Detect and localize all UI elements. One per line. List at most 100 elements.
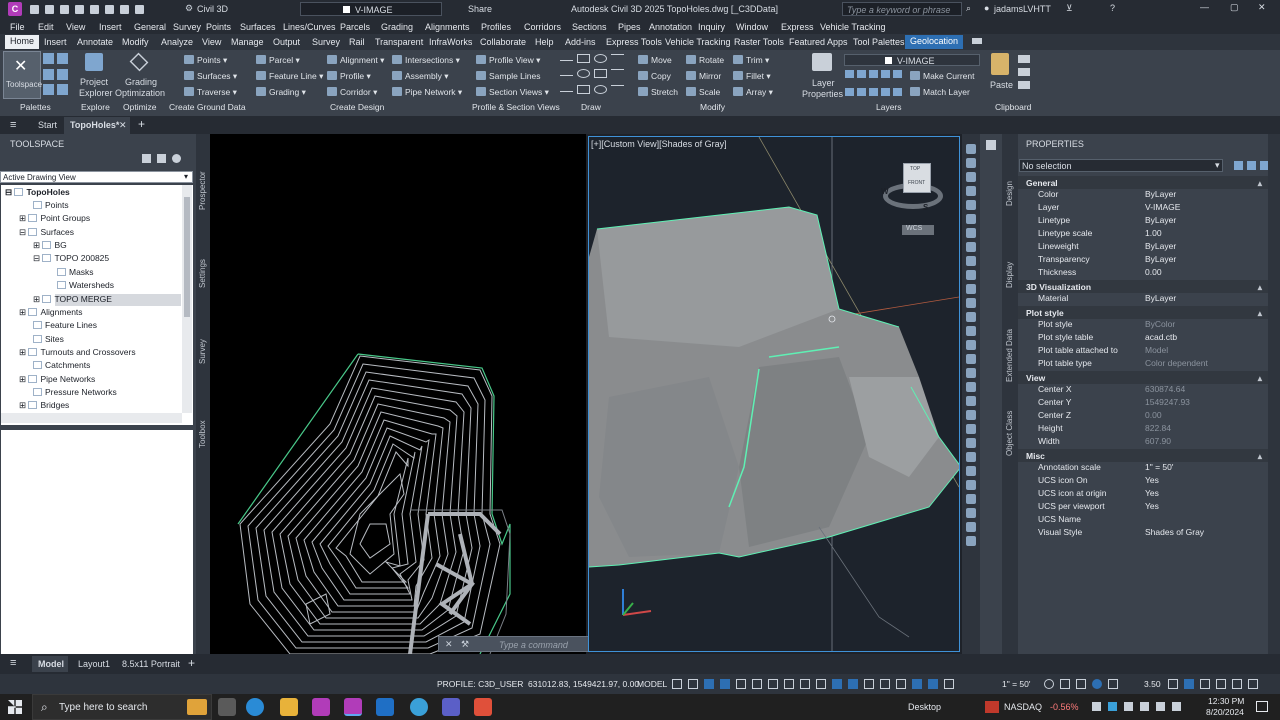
nav-tool-icon[interactable] [966,312,976,322]
nav-tool-icon[interactable] [966,368,976,378]
tab-vehicle-tracking[interactable]: Vehicle Tracking [665,37,731,47]
file-explorer-icon[interactable] [280,698,298,716]
property-row[interactable]: Linetype ByLayer [1018,215,1268,228]
tree-scrollbar-thumb[interactable] [184,197,190,317]
close-icon[interactable]: ✕ [1258,2,1266,13]
panel-layers[interactable]: Layers [876,102,902,112]
project-explorer-button[interactable]: Project Explorer [76,53,113,99]
property-value[interactable]: Yes [1145,501,1159,511]
tab-geolocation[interactable]: Geolocation [905,35,964,49]
property-section-header[interactable]: Misc ▴ [1018,449,1268,462]
menu-item[interactable]: Grading [381,22,413,32]
tree-item-alignments[interactable]: ⊞ Alignments [19,307,83,318]
nav-tool-icon[interactable] [966,522,976,532]
nav-tool-icon[interactable] [966,284,976,294]
property-row[interactable]: Height 822.84 [1018,423,1268,436]
copy-button[interactable]: Copy [638,71,671,81]
vtab-design[interactable]: Design [1005,181,1014,206]
scale-button[interactable]: Scale [686,87,720,97]
properties-menu-icon[interactable] [986,140,996,150]
plan-viewport[interactable]: ✕ ⚒ Type a command [210,134,736,655]
points-menu[interactable]: Points ▾ [184,55,227,66]
maximize-icon[interactable]: ▢ [1230,2,1239,13]
vtab-extended-data[interactable]: Extended Data [1005,329,1014,382]
menu-item[interactable]: Edit [38,22,54,32]
nav-tool-icon[interactable] [966,494,976,504]
nav-tool-icon[interactable] [966,340,976,350]
tab-manage[interactable]: Manage [231,37,264,47]
layout-tab-model[interactable]: Model [32,656,68,672]
selection-dropdown[interactable]: No selection ▾ [1019,159,1223,172]
wrench-icon[interactable]: ⚒ [461,639,469,650]
rotate-button[interactable]: Rotate [686,55,724,65]
grading-menu[interactable]: Grading ▾ [256,87,306,98]
nav-tool-icon[interactable] [966,228,976,238]
menu-item[interactable]: Alignments [425,22,470,32]
property-row[interactable]: UCS icon On Yes [1018,475,1268,488]
move-button[interactable]: Move [638,55,672,65]
tree-item-turnouts[interactable]: ⊞ Turnouts and Crossovers [19,347,136,358]
tree-hscrollbar[interactable] [1,413,182,423]
intersections-menu[interactable]: Intersections ▾ [392,55,460,66]
tree-item-points[interactable]: Points [33,200,69,210]
alignment-menu[interactable]: Alignment ▾ [327,55,384,66]
coordinates-readout[interactable]: 631012.83, 1549421.97, 0.00 [528,679,639,689]
tree-item-feature-lines[interactable]: Feature Lines [33,320,97,330]
panel-palettes[interactable]: Palettes [20,102,51,112]
nav-tool-icon[interactable] [966,382,976,392]
property-row[interactable]: UCS icon at origin Yes [1018,488,1268,501]
property-value[interactable]: ByLayer [1145,293,1176,303]
nav-tool-icon[interactable] [966,144,976,154]
stretch-button[interactable]: Stretch [638,87,678,97]
property-section-header[interactable]: View ▴ [1018,371,1268,384]
property-row[interactable]: Center Z 0.00 [1018,410,1268,423]
quick-access-toolbar[interactable] [30,5,180,14]
tree-item-topo-200825[interactable]: ⊟ TOPO 200825 [33,253,109,264]
user-menu[interactable]: jadamsLVHTT [994,4,1051,14]
property-row[interactable]: Color ByLayer [1018,189,1268,202]
file-tab-start[interactable]: Start [38,120,57,130]
menu-item[interactable]: Vehicle Tracking [820,22,886,32]
property-value[interactable]: ByLayer [1145,215,1176,225]
assembly-menu[interactable]: Assembly ▾ [392,71,448,82]
property-value[interactable]: 0.00 [1145,267,1162,277]
view-select[interactable]: Active Drawing View ▾ [0,171,193,183]
property-value[interactable]: Shades of Gray [1145,527,1204,537]
clipboard-tools[interactable] [1018,55,1030,95]
property-value[interactable]: acad.ctb [1145,332,1177,342]
tree-item-bg[interactable]: ⊞ BG [33,240,67,251]
menu-item[interactable]: View [66,22,85,32]
civil3d-active-icon[interactable] [344,698,362,716]
tree-item-watersheds[interactable]: Watersheds [57,280,114,290]
nav-tool-icon[interactable] [966,466,976,476]
menu-item[interactable]: Points [206,22,231,32]
collapse-icon[interactable]: ▴ [1258,451,1262,462]
viewcube-box[interactable]: TOP FRONT [903,163,931,193]
taskview-icon[interactable] [218,698,236,716]
tree-item-pressure-networks[interactable]: Pressure Networks [33,387,117,397]
property-row[interactable]: UCS per viewport Yes [1018,501,1268,514]
viewcube-front[interactable]: FRONT [908,180,925,186]
status-tools[interactable] [1044,679,1144,689]
property-row[interactable]: Linetype scale 1.00 [1018,228,1268,241]
compass-s[interactable]: S [923,203,928,212]
grading-optimization-button[interactable]: Grading Optimization [115,52,165,99]
section-views-menu[interactable]: Section Views ▾ [476,87,549,98]
tree-item-topo-merge[interactable]: ⊞ TOPO MERGE [33,294,112,305]
tab-express-tools[interactable]: Express Tools [606,37,662,47]
nav-tool-icon[interactable] [966,452,976,462]
nav-tool-icon[interactable] [966,410,976,420]
tab-insert[interactable]: Insert [44,37,67,47]
menu-item[interactable]: Annotation [649,22,692,32]
nav-tool-icon[interactable] [966,424,976,434]
menu-item[interactable]: Express [781,22,814,32]
mirror-button[interactable]: Mirror [686,71,721,81]
search-input[interactable]: Type a keyword or phrase [842,2,962,16]
menu-item[interactable]: Profiles [481,22,511,32]
annotation-scale[interactable]: 1" = 50' [1002,679,1031,689]
hamburger-icon[interactable]: ≡ [10,657,16,669]
property-value[interactable]: ByLayer [1145,189,1176,199]
property-value[interactable]: ByLayer [1145,241,1176,251]
outlook-icon[interactable] [376,698,394,716]
nasdaq-change[interactable]: -0.56% [1050,702,1079,712]
